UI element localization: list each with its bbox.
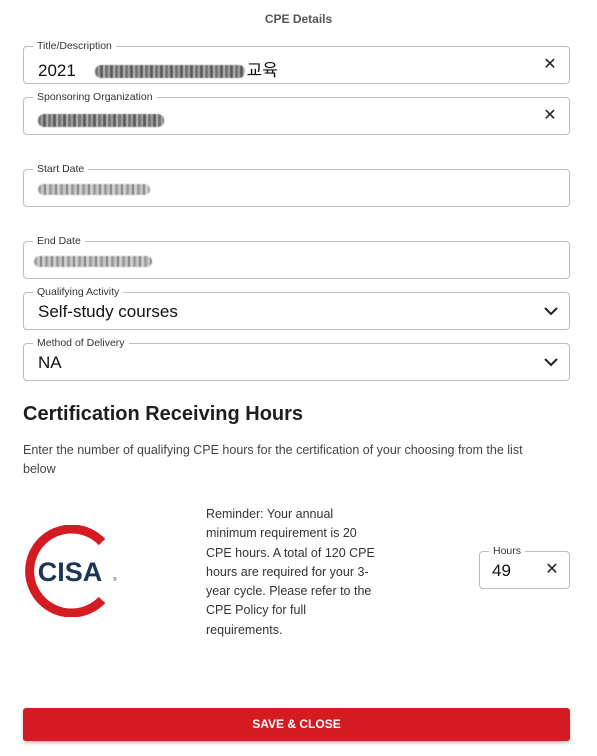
delivery-method-select[interactable]: Method of Delivery NA xyxy=(23,336,570,381)
title-value-suffix: 교육 xyxy=(246,61,278,80)
title-field-label: Title/Description xyxy=(33,39,116,53)
page-title: CPE Details xyxy=(264,12,333,26)
start-date-field[interactable]: Start Date xyxy=(23,162,570,207)
close-icon[interactable]: ✕ xyxy=(541,107,559,125)
section-description: Enter the number of qualifying CPE hours… xyxy=(23,443,523,476)
title-field[interactable]: Title/Description 2021 교육 ✕ xyxy=(23,39,570,84)
sponsor-field-value[interactable] xyxy=(38,110,164,130)
close-icon[interactable]: ✕ xyxy=(543,561,561,579)
save-and-close-button[interactable]: SAVE & CLOSE xyxy=(23,708,570,741)
close-icon[interactable]: ✕ xyxy=(541,56,559,74)
qualifying-activity-select[interactable]: Qualifying Activity Self-study courses xyxy=(23,285,570,330)
title-field-value[interactable]: 2021 교육 xyxy=(38,56,278,81)
registered-mark: ® xyxy=(113,576,117,583)
qualifying-activity-label: Qualifying Activity xyxy=(33,285,124,299)
end-date-value[interactable] xyxy=(34,254,152,268)
redacted-text xyxy=(34,256,152,268)
qualifying-activity-value: Self-study courses xyxy=(38,302,178,321)
sponsor-field-label: Sponsoring Organization xyxy=(33,90,157,104)
logo-text: CISA xyxy=(38,557,103,587)
end-date-field[interactable]: End Date xyxy=(23,234,570,279)
title-value-year: 2021 xyxy=(38,61,76,80)
redacted-text xyxy=(94,65,245,79)
section-heading: Certification Receiving Hours xyxy=(23,403,304,425)
delivery-method-value: NA xyxy=(38,353,62,372)
redacted-text xyxy=(38,114,164,128)
delivery-method-label: Method of Delivery xyxy=(33,336,129,350)
start-date-value[interactable] xyxy=(38,182,150,196)
start-date-label: Start Date xyxy=(33,162,89,176)
chevron-down-icon[interactable] xyxy=(543,355,559,369)
chevron-down-icon[interactable] xyxy=(543,304,559,318)
sponsor-field[interactable]: Sponsoring Organization ✕ xyxy=(23,90,570,135)
reminder-text: Reminder: Your annual minimum requiremen… xyxy=(206,507,375,637)
cisa-logo: CISA ® xyxy=(25,525,117,617)
end-date-label: End Date xyxy=(33,234,85,248)
hours-field[interactable]: Hours 49 ✕ xyxy=(479,544,570,589)
redacted-text xyxy=(38,184,150,196)
hours-label: Hours xyxy=(489,544,526,558)
hours-value[interactable]: 49 xyxy=(492,561,511,581)
